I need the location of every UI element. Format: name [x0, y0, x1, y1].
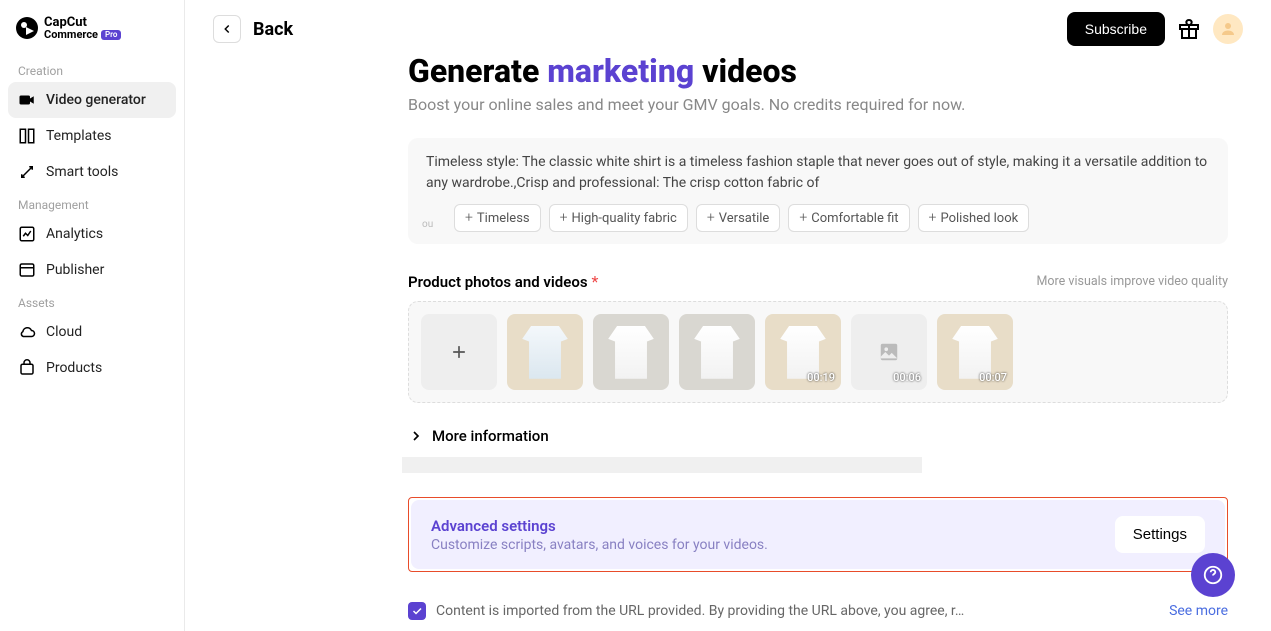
see-more-link[interactable]: See more — [1169, 603, 1228, 619]
media-duration: 00:07 — [979, 371, 1007, 384]
required-mark: * — [592, 272, 599, 291]
sidebar-item-label: Video generator — [46, 92, 146, 108]
main: Back Subscribe Generate marketing videos… — [185, 0, 1271, 631]
page-title: Generate marketing videos — [408, 58, 1228, 89]
media-item[interactable]: 00:07 — [937, 314, 1013, 390]
publisher-icon — [18, 261, 36, 279]
media-item[interactable]: 00:06 — [851, 314, 927, 390]
tag-timeless[interactable]: +Timeless — [454, 204, 541, 232]
tag-high-quality-fabric[interactable]: +High-quality fabric — [549, 204, 688, 232]
consent-checkbox[interactable] — [408, 602, 426, 620]
tag-polished-look[interactable]: +Polished look — [918, 204, 1030, 232]
video-generator-icon — [18, 91, 36, 109]
nav-section-creation: Creation — [8, 56, 176, 82]
plus-icon: + — [465, 210, 473, 226]
plus-icon: + — [799, 210, 807, 226]
check-icon — [411, 605, 423, 617]
smart-tools-icon — [18, 163, 36, 181]
plus-icon: + — [929, 210, 937, 226]
avatar[interactable] — [1213, 14, 1243, 44]
back-label: Back — [253, 19, 293, 40]
sidebar-item-publisher[interactable]: Publisher — [8, 252, 176, 288]
media-duration: 00:06 — [893, 371, 921, 384]
advanced-desc: Customize scripts, avatars, and voices f… — [431, 537, 768, 553]
plus-icon: + — [560, 210, 568, 226]
media-add-button[interactable] — [421, 314, 497, 390]
products-icon — [18, 359, 36, 377]
nav-section-management: Management — [8, 190, 176, 216]
image-placeholder-icon — [878, 341, 900, 363]
analytics-icon — [18, 225, 36, 243]
capcut-icon — [16, 17, 38, 39]
sidebar-item-templates[interactable]: Templates — [8, 118, 176, 154]
more-information-toggle[interactable]: More information — [408, 423, 1228, 449]
media-label: Product photos and videos * — [408, 272, 598, 291]
page-subtitle: Boost your online sales and meet your GM… — [408, 95, 1228, 114]
chevron-right-icon — [408, 428, 424, 444]
sidebar-item-label: Cloud — [46, 324, 82, 340]
chevron-left-icon — [220, 22, 234, 36]
question-icon — [1202, 564, 1224, 586]
brand-text: CapCut Commerce Pro — [44, 16, 121, 40]
media-item[interactable]: 00:19 — [765, 314, 841, 390]
pro-badge: Pro — [101, 30, 121, 40]
media-section-header: Product photos and videos * More visuals… — [408, 272, 1228, 291]
collapsed-placeholder — [402, 457, 922, 473]
back-button[interactable] — [213, 15, 241, 43]
tag-versatile[interactable]: +Versatile — [696, 204, 780, 232]
sidebar-item-label: Products — [46, 360, 102, 376]
consent-text: Content is imported from the URL provide… — [436, 603, 1159, 619]
description-counter: ou — [422, 220, 433, 230]
sidebar-item-label: Analytics — [46, 226, 103, 242]
sidebar-item-video-generator[interactable]: Video generator — [8, 82, 176, 118]
templates-icon — [18, 127, 36, 145]
media-item[interactable] — [679, 314, 755, 390]
description-text: Timeless style: The classic white shirt … — [426, 152, 1210, 194]
advanced-settings-panel: Advanced settings Customize scripts, ava… — [411, 500, 1225, 569]
sidebar-item-smart-tools[interactable]: Smart tools — [8, 154, 176, 190]
advanced-title: Advanced settings — [431, 517, 768, 535]
media-item[interactable] — [593, 314, 669, 390]
help-fab[interactable] — [1191, 553, 1235, 597]
gift-icon[interactable] — [1177, 17, 1201, 41]
sidebar-item-analytics[interactable]: Analytics — [8, 216, 176, 252]
nav-section-assets: Assets — [8, 288, 176, 314]
sidebar-item-cloud[interactable]: Cloud — [8, 314, 176, 350]
media-duration: 00:19 — [807, 371, 835, 384]
cloud-icon — [18, 323, 36, 341]
brand-line2: Commerce Pro — [44, 29, 121, 40]
subscribe-button[interactable]: Subscribe — [1067, 12, 1165, 46]
plus-icon: + — [707, 210, 715, 226]
sidebar: CapCut Commerce Pro Creation Video gener… — [0, 0, 185, 631]
media-hint: More visuals improve video quality — [1037, 274, 1228, 289]
brand-logo[interactable]: CapCut Commerce Pro — [8, 12, 176, 56]
settings-button[interactable]: Settings — [1115, 516, 1205, 553]
sidebar-item-label: Smart tools — [46, 164, 118, 180]
media-strip: 00:19 00:06 00:07 — [408, 301, 1228, 403]
tag-list: +Timeless +High-quality fabric +Versatil… — [426, 204, 1210, 232]
content: Generate marketing videos Boost your onl… — [185, 58, 1271, 631]
sidebar-item-label: Templates — [46, 128, 112, 144]
sidebar-item-products[interactable]: Products — [8, 350, 176, 386]
plus-icon — [449, 342, 469, 362]
topbar: Back Subscribe — [185, 0, 1271, 58]
advanced-settings-highlight: Advanced settings Customize scripts, ava… — [408, 497, 1228, 572]
consent-row: Content is imported from the URL provide… — [408, 602, 1228, 620]
sidebar-item-label: Publisher — [46, 262, 104, 278]
tag-comfortable-fit[interactable]: +Comfortable fit — [788, 204, 909, 232]
description-box[interactable]: Timeless style: The classic white shirt … — [408, 138, 1228, 244]
media-item[interactable] — [507, 314, 583, 390]
